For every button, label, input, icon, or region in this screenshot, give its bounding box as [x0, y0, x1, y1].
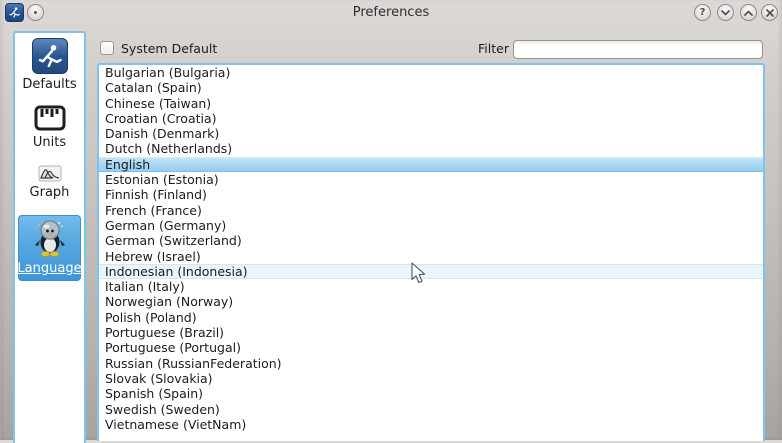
ruler-icon — [34, 104, 66, 132]
language-row[interactable]: Bulgarian (Bulgaria) — [99, 65, 763, 80]
language-row[interactable]: Slovak (Slovakia) — [99, 371, 763, 386]
sidebar-item-defaults[interactable]: Defaults — [15, 38, 84, 92]
shade-button[interactable] — [717, 4, 734, 21]
chevron-down-icon — [721, 10, 730, 16]
language-row[interactable]: Norwegian (Norway) — [99, 294, 763, 309]
language-row[interactable]: Italian (Italy) — [99, 279, 763, 294]
language-row[interactable]: Swedish (Sweden) — [99, 402, 763, 417]
language-row[interactable]: Danish (Denmark) — [99, 126, 763, 141]
sidebar-item-graph[interactable]: Graph — [15, 164, 84, 200]
sidebar-item-language[interactable]: Language — [18, 215, 81, 281]
sidebar-item-label: Units — [33, 135, 66, 150]
close-icon — [766, 9, 774, 17]
language-row[interactable]: Catalan (Spain) — [99, 80, 763, 95]
language-row[interactable]: Polish (Poland) — [99, 310, 763, 325]
preferences-window: { "window": { "title": "Preferences" }, … — [0, 0, 782, 440]
graph-icon — [38, 164, 62, 182]
language-row[interactable]: Chinese (Taiwan) — [99, 96, 763, 111]
language-row[interactable]: Portuguese (Brazil) — [99, 325, 763, 340]
system-default-label: System Default — [121, 41, 217, 56]
filter-label: Filter — [478, 41, 509, 56]
language-row[interactable]: Finnish (Finland) — [99, 187, 763, 202]
language-list: Bulgarian (Bulgaria)Catalan (Spain)Chine… — [97, 63, 765, 441]
sidebar-category-list: Defaults Units Graph Language — [13, 31, 86, 443]
sidebar-item-label: Language — [17, 261, 81, 276]
maximize-button[interactable] — [740, 4, 757, 21]
language-row[interactable]: Indonesian (Indonesia) — [99, 264, 763, 279]
sidebar-item-units[interactable]: Units — [15, 104, 84, 150]
language-row[interactable]: Spanish (Spain) — [99, 386, 763, 401]
language-row[interactable]: Russian (RussianFederation) — [99, 356, 763, 371]
window-title: Preferences — [0, 5, 782, 20]
language-row[interactable]: Croatian (Croatia) — [99, 111, 763, 126]
language-row[interactable]: English — [99, 157, 763, 172]
filter-input[interactable] — [513, 40, 763, 59]
sidebar-item-label: Graph — [30, 185, 70, 200]
language-row[interactable]: Estonian (Estonia) — [99, 172, 763, 187]
sidebar-item-label: Defaults — [22, 77, 76, 92]
language-row[interactable]: German (Switzerland) — [99, 233, 763, 248]
language-row[interactable]: Vietnamese (VietNam) — [99, 417, 763, 432]
language-row[interactable]: Portuguese (Portugal) — [99, 340, 763, 355]
language-row[interactable]: German (Germany) — [99, 218, 763, 233]
diver-icon — [32, 38, 68, 74]
close-button[interactable] — [761, 4, 778, 21]
chevron-up-icon — [744, 10, 753, 16]
help-button[interactable]: ? — [694, 4, 711, 21]
language-row[interactable]: French (France) — [99, 203, 763, 218]
question-icon: ? — [700, 8, 706, 18]
penguin-icon — [31, 218, 69, 258]
language-row[interactable]: Hebrew (Israel) — [99, 249, 763, 264]
language-row[interactable]: Dutch (Netherlands) — [99, 141, 763, 156]
titlebar: Preferences ? — [0, 0, 782, 26]
system-default-checkbox[interactable] — [100, 41, 114, 55]
